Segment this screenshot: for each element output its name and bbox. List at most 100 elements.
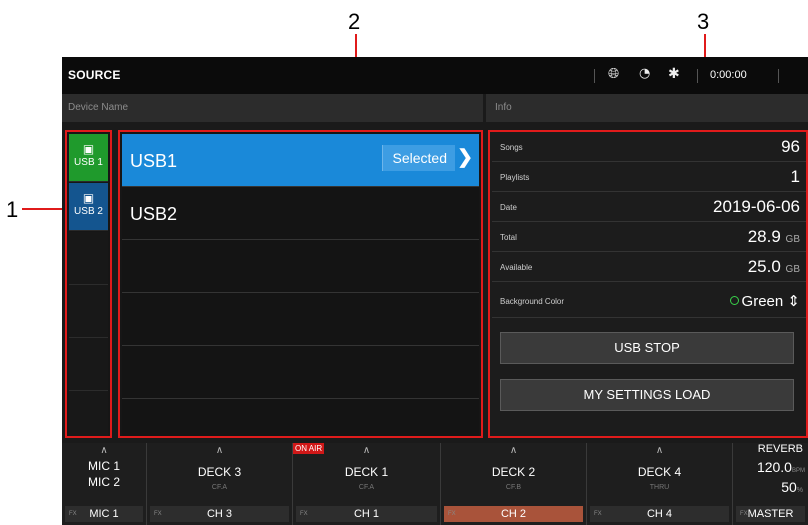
device-row-usb1[interactable]: USB1 Selected ❯: [122, 134, 479, 187]
usb-tab-label: USB 1: [74, 157, 103, 168]
assign-label: MIC 1: [89, 508, 119, 520]
globe-icon[interactable]: 🌐︎: [608, 66, 619, 82]
channel-deck3[interactable]: ∧ DECK 3 CF.A FX CH 3: [147, 443, 293, 525]
device-row-empty: [122, 399, 479, 436]
fx-level-display: 50%: [781, 479, 803, 495]
info-label: Available: [500, 263, 533, 272]
assign-button[interactable]: FX CH 3: [150, 506, 289, 522]
device-name: USB1: [130, 151, 178, 171]
fx-label: FX: [300, 511, 308, 517]
wifi-icon[interactable]: ◔: [639, 66, 650, 81]
unit: GB: [785, 234, 800, 245]
background-color-select[interactable]: Background Color Green ⇕: [492, 282, 806, 318]
fx-assign-button[interactable]: FX MASTER: [736, 506, 805, 522]
bluetooth-icon[interactable]: ✱: [668, 66, 680, 82]
sub-header: Device Name Info: [62, 94, 808, 122]
crossfader-assign: CF.B: [505, 484, 522, 491]
updown-chevron-icon: ⇕: [787, 292, 800, 310]
beat-fx-panel[interactable]: REVERB 120.0BPM 50% FX MASTER: [733, 443, 808, 525]
channel-deck4[interactable]: ∧ DECK 4 THRU FX CH 4: [587, 443, 733, 525]
selected-badge: Selected: [381, 145, 455, 171]
info-label: Date: [500, 203, 517, 212]
device-list: USB1 Selected ❯ USB2: [118, 130, 483, 438]
info-row-songs: Songs 96: [492, 132, 806, 162]
info-value: 28.9 GB: [748, 227, 800, 247]
usb-icon: ▣: [82, 191, 95, 205]
assign-button[interactable]: FX CH 2: [444, 506, 583, 522]
callout-3: 3: [697, 9, 710, 34]
chevron-up-icon[interactable]: ∧: [293, 445, 440, 456]
fx-name: REVERB: [757, 443, 803, 455]
channel-deck1[interactable]: ON AIR ∧ DECK 1 CF.A FX CH 1: [293, 443, 441, 525]
info-value: Green ⇕: [729, 292, 800, 310]
empty-slot: [69, 338, 108, 391]
chevron-up-icon[interactable]: ∧: [441, 445, 586, 456]
info-value: 96: [781, 137, 800, 156]
fx-label: FX: [594, 511, 602, 517]
assign-button[interactable]: FX CH 1: [296, 506, 437, 522]
assign-button[interactable]: FX CH 4: [590, 506, 729, 522]
device-row-empty: [122, 293, 479, 346]
crossfader-assign: CF.A: [358, 484, 375, 491]
info-value: 1: [790, 167, 800, 186]
divider: [697, 69, 698, 83]
callout-1: 1: [6, 197, 19, 222]
divider: [778, 69, 779, 83]
crossfader-assign: THRU: [649, 484, 670, 491]
device-name-header: Device Name: [68, 102, 129, 113]
info-value: 2019-06-06: [713, 197, 800, 216]
channel-mic[interactable]: ∧ MIC 1 MIC 2 FX MIC 1: [62, 443, 147, 525]
available-number: 25.0: [747, 257, 781, 276]
chevron-up-icon[interactable]: ∧: [62, 445, 146, 456]
bpm-unit: BPM: [791, 468, 805, 474]
info-row-available: Available 25.0 GB: [492, 252, 806, 282]
info-label: Total: [500, 233, 517, 242]
empty-slot: [69, 391, 108, 436]
assign-button[interactable]: FX MIC 1: [65, 506, 143, 522]
usb-tab-2[interactable]: ▣ USB 2: [69, 183, 108, 231]
top-bar: SOURCE 🌐︎ ◔ ✱ 0:00:00: [62, 57, 808, 94]
info-label: Background Color: [500, 297, 565, 306]
chevron-up-icon[interactable]: ∧: [587, 445, 732, 456]
channel-name: DECK 3: [197, 465, 242, 479]
usb-tab-label: USB 2: [74, 206, 103, 217]
manual-figure: 1 2 3 SOURCE 🌐︎ ◔ ✱ 0:00:00 Device Name …: [0, 0, 808, 525]
channel-deck2[interactable]: ∧ DECK 2 CF.B FX CH 2: [441, 443, 587, 525]
usb-icon: ▣: [82, 142, 95, 156]
chevron-right-icon[interactable]: ❯: [457, 146, 473, 169]
fx-label: FX: [740, 511, 748, 517]
info-label: Songs: [500, 143, 523, 152]
device-screen: SOURCE 🌐︎ ◔ ✱ 0:00:00 Device Name Info ▣…: [62, 57, 808, 525]
assign-label: CH 4: [646, 508, 673, 520]
fx-label: FX: [154, 511, 162, 517]
unit: GB: [785, 264, 800, 275]
info-panel: Songs 96 Playlists 1 Date 2019-06-06 Tot…: [488, 130, 808, 438]
assign-label: CH 3: [206, 508, 233, 520]
assign-label: CH 2: [500, 508, 527, 520]
info-label: Playlists: [500, 173, 530, 182]
divider: [483, 94, 486, 122]
my-settings-load-button[interactable]: MY SETTINGS LOAD: [500, 379, 794, 411]
device-row-empty: [122, 240, 479, 293]
callout-1-line: [22, 208, 66, 210]
channel-name: DECK 1: [344, 465, 389, 479]
clock-display: 0:00:00: [710, 69, 747, 81]
info-header: Info: [495, 102, 512, 113]
divider: [594, 69, 595, 83]
device-row-empty: [122, 346, 479, 399]
device-row-usb2[interactable]: USB2: [122, 187, 479, 240]
assign-label: CH 1: [353, 508, 380, 520]
mixer-strip: ∧ MIC 1 MIC 2 FX MIC 1 ∧ DECK 3 CF.A FX CH…: [62, 443, 808, 525]
fx-assign-label: MASTER: [747, 508, 794, 520]
usb-stop-button[interactable]: USB STOP: [500, 332, 794, 364]
usb-tab-1[interactable]: ▣ USB 1: [69, 134, 108, 182]
chevron-up-icon[interactable]: ∧: [147, 445, 292, 456]
crossfader-assign: CF.A: [211, 484, 228, 491]
fx-label: FX: [69, 511, 77, 517]
usb-slot-column: ▣ USB 1 ▣ USB 2: [65, 130, 112, 438]
empty-slot: [69, 285, 108, 338]
green-dot-icon: [729, 296, 739, 305]
info-row-playlists: Playlists 1: [492, 162, 806, 192]
fx-level-value: 50: [781, 479, 797, 495]
info-value: 25.0 GB: [748, 257, 800, 277]
